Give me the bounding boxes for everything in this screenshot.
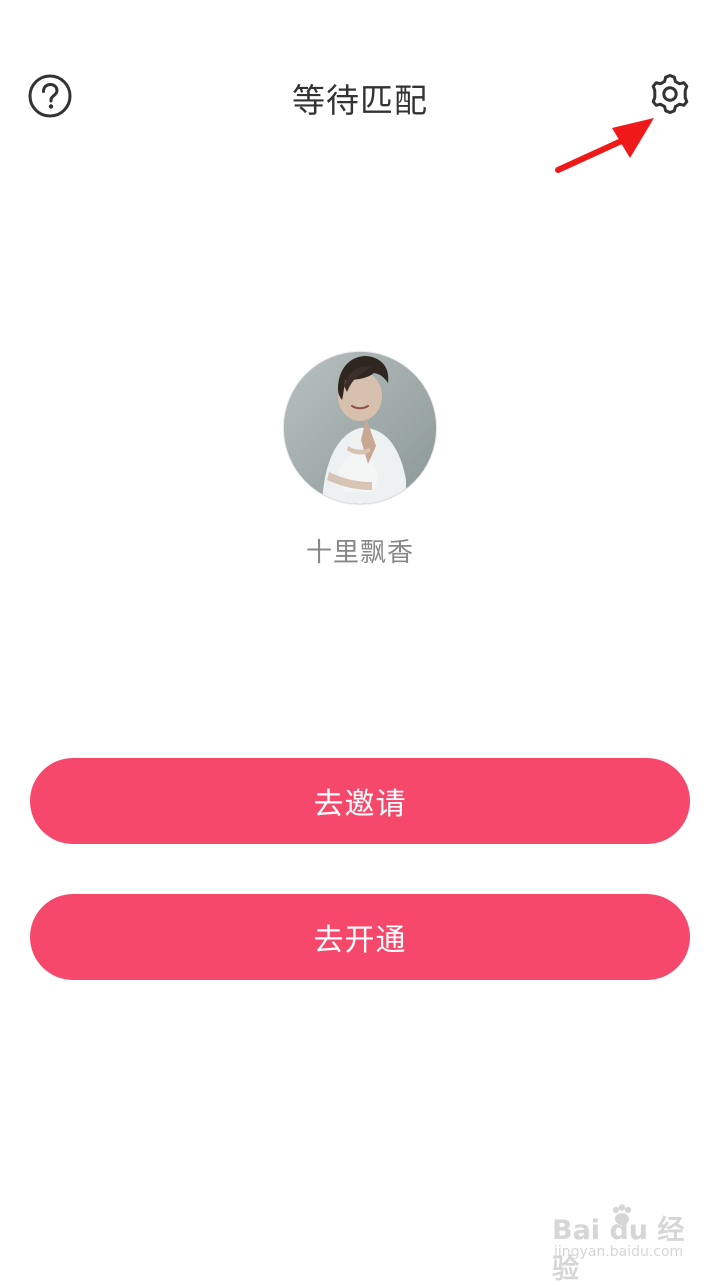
activate-button[interactable]: 去开通 xyxy=(30,894,690,980)
red-arrow-annotation xyxy=(555,118,654,173)
profile-section: 十里飘香 xyxy=(0,350,720,590)
username: 十里飘香 xyxy=(305,538,414,568)
paw-icon xyxy=(612,1204,632,1225)
watermark-url: jingyan.baidu.com xyxy=(554,1244,684,1260)
baidu-jingyan-watermark: Bai du 经验 jingyan.baidu.com xyxy=(548,1198,698,1285)
avatar[interactable] xyxy=(284,352,436,504)
invite-button[interactable]: 去邀请 xyxy=(30,758,690,844)
